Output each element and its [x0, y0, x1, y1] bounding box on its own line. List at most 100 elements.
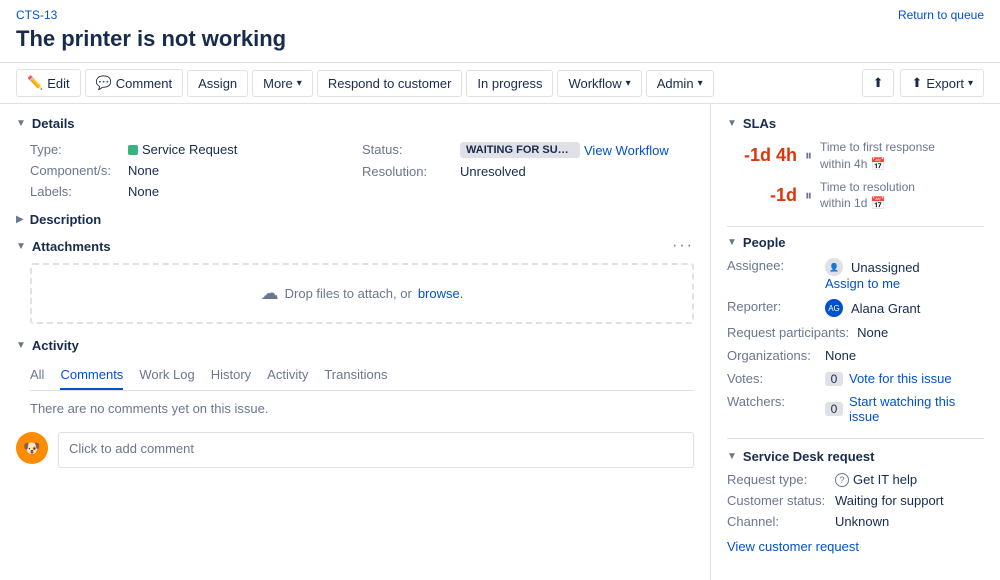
attachments-collapse-icon: ▼: [16, 241, 26, 252]
organizations-row: Organizations: None: [727, 348, 984, 363]
status-badge: WAITING FOR SUPP...: [460, 142, 580, 158]
votes-value: 0 Vote for this issue: [825, 371, 952, 386]
sla-collapse-icon: ▼: [727, 118, 737, 129]
component-value: None: [128, 163, 159, 178]
reporter-value: AG Alana Grant: [825, 299, 920, 317]
request-type-row: Request type: ? Get IT help: [727, 472, 984, 487]
labels-label: Labels:: [30, 184, 120, 199]
drop-zone[interactable]: ☁ Drop files to attach, or browse.: [30, 263, 694, 324]
details-grid: Type: Service Request Component/s: None …: [30, 139, 694, 202]
more-chevron-icon: ▾: [297, 78, 302, 89]
details-title: Details: [32, 116, 75, 131]
sla-pause-icon-1: ⏸: [805, 147, 812, 164]
left-column: ▼ Details Type: Service Request Componen…: [0, 104, 710, 580]
share-icon: ⬆: [873, 75, 884, 91]
sla-item-1: -1d 4h ⏸ Time to first response within 4…: [727, 139, 984, 173]
vote-link[interactable]: Vote for this issue: [849, 371, 952, 386]
return-to-queue-link[interactable]: Return to queue: [898, 8, 984, 22]
type-label: Type:: [30, 142, 120, 157]
more-button[interactable]: More ▾: [252, 70, 313, 97]
edit-icon: ✏️: [27, 75, 43, 91]
sla-item-2: -1d ⏸ Time to resolution within 1d 📅: [727, 179, 984, 213]
people-collapse-icon: ▼: [727, 237, 737, 248]
tab-history[interactable]: History: [211, 361, 251, 390]
watch-link[interactable]: Start watching this issue: [849, 394, 984, 424]
details-left: Type: Service Request Component/s: None …: [30, 139, 362, 202]
issue-id-link[interactable]: CTS-13: [16, 8, 57, 22]
sla-desc-1: Time to first response within 4h 📅: [820, 139, 935, 173]
resolution-row: Resolution: Unresolved: [362, 161, 694, 182]
view-workflow-link[interactable]: View Workflow: [584, 143, 669, 158]
assign-to-me-link[interactable]: Assign to me: [825, 276, 920, 291]
comment-button[interactable]: 💬 Comment: [85, 69, 184, 97]
export-button[interactable]: ⬆ Export ▾: [900, 69, 984, 97]
organizations-label: Organizations:: [727, 348, 817, 363]
status-row: Status: WAITING FOR SUPP... View Workflo…: [362, 139, 694, 161]
page-title: The printer is not working: [0, 26, 1000, 62]
description-collapse-icon: ▶: [16, 214, 24, 225]
votes-label: Votes:: [727, 371, 817, 386]
people-title: People: [743, 235, 786, 250]
tab-all[interactable]: All: [30, 361, 44, 390]
attachments-section: ▼ Attachments ··· ☁ Drop files to attach…: [16, 237, 694, 324]
attachments-section-header[interactable]: ▼ Attachments ···: [16, 237, 694, 255]
activity-title: Activity: [32, 338, 79, 353]
activity-tabs: All Comments Work Log History Activity T…: [30, 361, 694, 391]
activity-section: ▼ Activity All Comments Work Log History…: [16, 338, 694, 468]
labels-value: None: [128, 184, 159, 199]
sla-sub-2: within 1d 📅: [820, 195, 915, 212]
admin-button[interactable]: Admin ▾: [646, 70, 714, 97]
details-section-header[interactable]: ▼ Details: [16, 116, 694, 131]
watchers-count: 0: [825, 402, 843, 416]
activity-section-header[interactable]: ▼ Activity: [16, 338, 694, 353]
main-layout: ▼ Details Type: Service Request Componen…: [0, 104, 1000, 580]
calendar-icon-1: 📅: [871, 157, 886, 171]
comment-icon: 💬: [96, 75, 112, 91]
tab-transitions[interactable]: Transitions: [324, 361, 387, 390]
votes-count: 0: [825, 372, 843, 386]
service-desk-header: ▼ Service Desk request: [727, 449, 984, 464]
tab-activity[interactable]: Activity: [267, 361, 308, 390]
share-button[interactable]: ⬆: [862, 69, 895, 97]
description-section: ▶ Description: [16, 212, 694, 227]
votes-row: Votes: 0 Vote for this issue: [727, 371, 984, 386]
top-bar: CTS-13 Return to queue: [0, 0, 1000, 26]
view-customer-request-link[interactable]: View customer request: [727, 539, 859, 554]
browse-link[interactable]: browse.: [418, 286, 464, 301]
watchers-label: Watchers:: [727, 394, 817, 409]
drop-text: Drop files to attach, or: [285, 286, 412, 301]
in-progress-button[interactable]: In progress: [466, 70, 553, 97]
attachments-more-button[interactable]: ···: [672, 237, 694, 255]
sla-sub-1: within 4h 📅: [820, 156, 935, 173]
attachments-title: Attachments: [32, 239, 111, 254]
request-type-label: Request type:: [727, 472, 827, 487]
reporter-avatar: AG: [825, 299, 843, 317]
type-value: Service Request: [128, 142, 237, 157]
comment-input[interactable]: Click to add comment: [58, 432, 694, 468]
avatar: 🐶: [16, 432, 48, 464]
sla-pause-icon-2: ⏸: [805, 187, 812, 204]
help-icon: ?: [835, 473, 849, 487]
labels-row: Labels: None: [30, 181, 362, 202]
assignee-value: 👤 Unassigned Assign to me: [825, 258, 920, 291]
sla-title: SLAs: [743, 116, 776, 131]
sla-time-1: -1d 4h: [727, 145, 797, 166]
people-section-header: ▼ People: [727, 235, 984, 250]
toolbar-right: ⬆ ⬆ Export ▾: [862, 69, 984, 97]
details-right: Status: WAITING FOR SUPP... View Workflo…: [362, 139, 694, 202]
respond-customer-button[interactable]: Respond to customer: [317, 70, 463, 97]
tab-comments[interactable]: Comments: [60, 361, 123, 390]
description-section-header[interactable]: ▶ Description: [16, 212, 694, 227]
component-row: Component/s: None: [30, 160, 362, 181]
channel-value: Unknown: [835, 514, 889, 529]
organizations-value: None: [825, 348, 856, 363]
assign-button[interactable]: Assign: [187, 70, 248, 97]
tab-worklog[interactable]: Work Log: [139, 361, 194, 390]
workflow-button[interactable]: Workflow ▾: [557, 70, 641, 97]
reporter-label: Reporter:: [727, 299, 817, 314]
edit-button[interactable]: ✏️ Edit: [16, 69, 81, 97]
export-chevron-icon: ▾: [968, 78, 973, 89]
request-participants-label: Request participants:: [727, 325, 849, 340]
service-desk-collapse-icon: ▼: [727, 451, 737, 462]
no-comments-text: There are no comments yet on this issue.: [30, 401, 694, 416]
